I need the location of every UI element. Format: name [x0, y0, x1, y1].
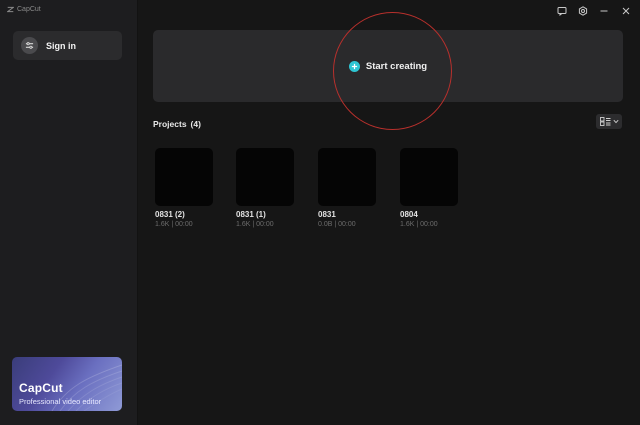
- project-thumbnail: [400, 148, 458, 206]
- projects-label: Projects: [153, 119, 187, 129]
- project-meta: 1.6K | 00:00: [155, 221, 193, 228]
- project-card[interactable]: 0831 (1) 1.6K | 00:00: [236, 148, 294, 228]
- project-name: 0831 (2): [155, 210, 185, 219]
- settings-icon: [578, 6, 588, 16]
- project-meta: 0.0B | 00:00: [318, 221, 356, 228]
- user-icon: [25, 42, 34, 49]
- projects-header: Projects (4): [153, 119, 201, 129]
- plus-glyph: [351, 63, 357, 69]
- project-name: 0804: [400, 210, 418, 219]
- app-title: CapCut: [17, 6, 41, 13]
- view-mode-toggle[interactable]: [596, 114, 622, 129]
- promo-banner[interactable]: CapCut Professional video editor: [12, 357, 122, 411]
- close-icon: [622, 7, 630, 15]
- start-creating-button[interactable]: Start creating: [153, 30, 623, 102]
- projects-count: (4): [190, 119, 201, 129]
- promo-tagline: Professional video editor: [19, 397, 102, 406]
- start-creating-label: Start creating: [365, 60, 428, 72]
- project-name: 0831 (1): [236, 210, 266, 219]
- avatar: [21, 37, 38, 54]
- project-card[interactable]: 0831 (2) 1.6K | 00:00: [155, 148, 213, 228]
- plus-icon: [348, 60, 360, 72]
- promo-brand: CapCut: [19, 381, 63, 395]
- sign-in-label: Sign in: [46, 40, 76, 51]
- project-meta: 1.6K | 00:00: [400, 221, 438, 228]
- project-card[interactable]: 0831 0.0B | 00:00: [318, 148, 376, 228]
- start-creating-content: Start creating: [348, 60, 428, 72]
- settings-button[interactable]: [576, 4, 590, 18]
- minimize-icon: [600, 10, 608, 12]
- sign-in-button[interactable]: Sign in: [13, 31, 122, 60]
- project-card[interactable]: 0804 1.6K | 00:00: [400, 148, 458, 228]
- capcut-logo-icon: [7, 6, 14, 13]
- project-thumbnail: [236, 148, 294, 206]
- feedback-button[interactable]: [555, 4, 569, 18]
- minimize-button[interactable]: [597, 4, 611, 18]
- app-title-bar: CapCut: [7, 6, 41, 13]
- chevron-down-icon: [612, 119, 619, 124]
- feedback-icon: [557, 7, 567, 16]
- project-thumbnail: [155, 148, 213, 206]
- grid-view-icon: [599, 117, 610, 126]
- project-meta: 1.6K | 00:00: [236, 221, 274, 228]
- project-thumbnail: [318, 148, 376, 206]
- close-button[interactable]: [619, 4, 633, 18]
- project-name: 0831: [318, 210, 336, 219]
- sidebar: CapCut Sign in CapCut Professional video…: [0, 0, 138, 425]
